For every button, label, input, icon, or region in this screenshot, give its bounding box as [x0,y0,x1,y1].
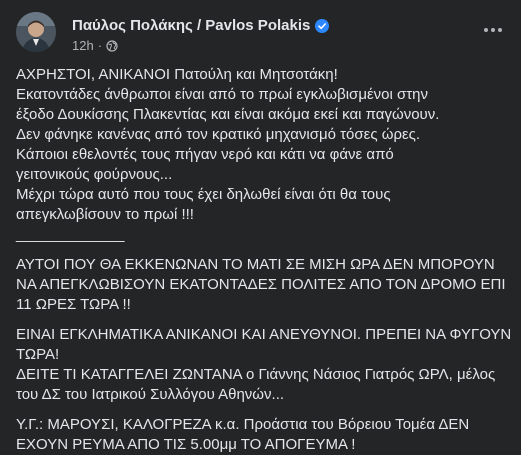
text-line: ΑΧΡΗΣΤΟΙ, ΑΝΙΚΑΝΟΙ Πατούλη και Μητσοτάκη… [16,66,338,83]
text-line: ΕΙΝΑΙ ΕΓΚΛΗΜΑΤΙΚΑ ΑΝΙΚΑΝΟΙ ΚΑΙ ΑΝΕΥΘΥΝΟΙ… [16,326,512,343]
text-line: Μέχρι τώρα αυτό που τους έχει δηλωθεί εί… [16,186,391,203]
text-line: ΝΑ ΑΠΕΓΚΛΩΒΙΣΟΥΝ ΕΚΑΤΟΝΤΑΔΕΣ ΠΟΛΙΤΕΣ ΑΠΟ… [16,276,506,293]
author-avatar[interactable] [16,12,56,52]
paragraph-4: Υ.Γ.: ΜΑΡΟΥΣΙ, ΚΑΛΟΓΡΕΖΑ κ.α. Προάστια τ… [16,415,511,455]
text-line: ΑΥΤΟΙ ΠΟΥ ΘΑ ΕΚΚΕΝΩΝΑΝ ΤΟ ΜΑΤΙ ΣΕ ΜΙΣΗ Ω… [16,256,495,273]
paragraph-3: ΕΙΝΑΙ ΕΓΚΛΗΜΑΤΙΚΑ ΑΝΙΚΑΝΟΙ ΚΑΙ ΑΝΕΥΘΥΝΟΙ… [16,325,511,405]
meta-separator: · [97,38,103,53]
divider-line: _____________ [16,226,125,243]
text-line: απεγκλωβίσουν το πρωί !!! [16,206,194,223]
author-name[interactable]: Παύλος Πολάκης / Pavlos Polakis [72,17,310,34]
text-line: Υ.Γ.: ΜΑΡΟΥΣΙ, ΚΑΛΟΓΡΕΖΑ κ.α. Προάστια τ… [16,416,470,433]
paragraph-2: ΑΥΤΟΙ ΠΟΥ ΘΑ ΕΚΚΕΝΩΝΑΝ ΤΟ ΜΑΤΙ ΣΕ ΜΙΣΗ Ω… [16,255,511,315]
text-line: του ΔΣ του Ιατρικού Συλλόγου Αθηνών... [16,386,285,403]
post-timestamp[interactable]: 12h [72,38,94,53]
verified-badge-icon [315,18,330,33]
text-line: Εκατοντάδες άνθρωποι είναι από το πρωί ε… [16,86,429,103]
text-line: Κάποιοι εθελοντές τους πήγαν νερό και κά… [16,146,394,163]
post-meta: 12h · [72,38,118,53]
text-line: γειτονικούς φούρνους... [16,166,173,183]
paragraph-1: ΑΧΡΗΣΤΟΙ, ΑΝΙΚΑΝΟΙ Πατούλη και Μητσοτάκη… [16,65,511,245]
author-name-row: Παύλος Πολάκης / Pavlos Polakis [72,17,330,34]
facebook-post: Παύλος Πολάκης / Pavlos Polakis 12h · ΑΧ… [0,0,521,453]
text-line: έξοδο Δουκίσσης Πλακεντίας και είναι ακό… [16,106,440,123]
globe-icon[interactable] [106,39,118,52]
avatar-photo [16,12,56,52]
text-line: 11 ΩΡΕΣ ΤΩΡΑ !! [16,296,131,313]
text-line: ΕΧΟΥΝ ΡΕΥΜΑ ΑΠΟ ΤΙΣ 5.00μμ ΤΟ ΑΠΟΓΕΥΜΑ ! [16,436,356,453]
text-line: Δεν φάνηκε κανένας από τον κρατικό μηχαν… [16,126,421,143]
post-header: Παύλος Πολάκης / Pavlos Polakis 12h · [16,10,505,56]
text-line: ΤΩΡΑ! [16,346,60,363]
post-text: ΑΧΡΗΣΤΟΙ, ΑΝΙΚΑΝΟΙ Πατούλη και Μητσοτάκη… [16,65,511,455]
more-options-icon[interactable] [479,16,507,44]
text-line: ΔΕΙΤΕ ΤΙ ΚΑΤΑΓΓΕΛΕΙ ΖΩΝΤΑΝΑ ο Γιάννης Νά… [16,366,496,383]
